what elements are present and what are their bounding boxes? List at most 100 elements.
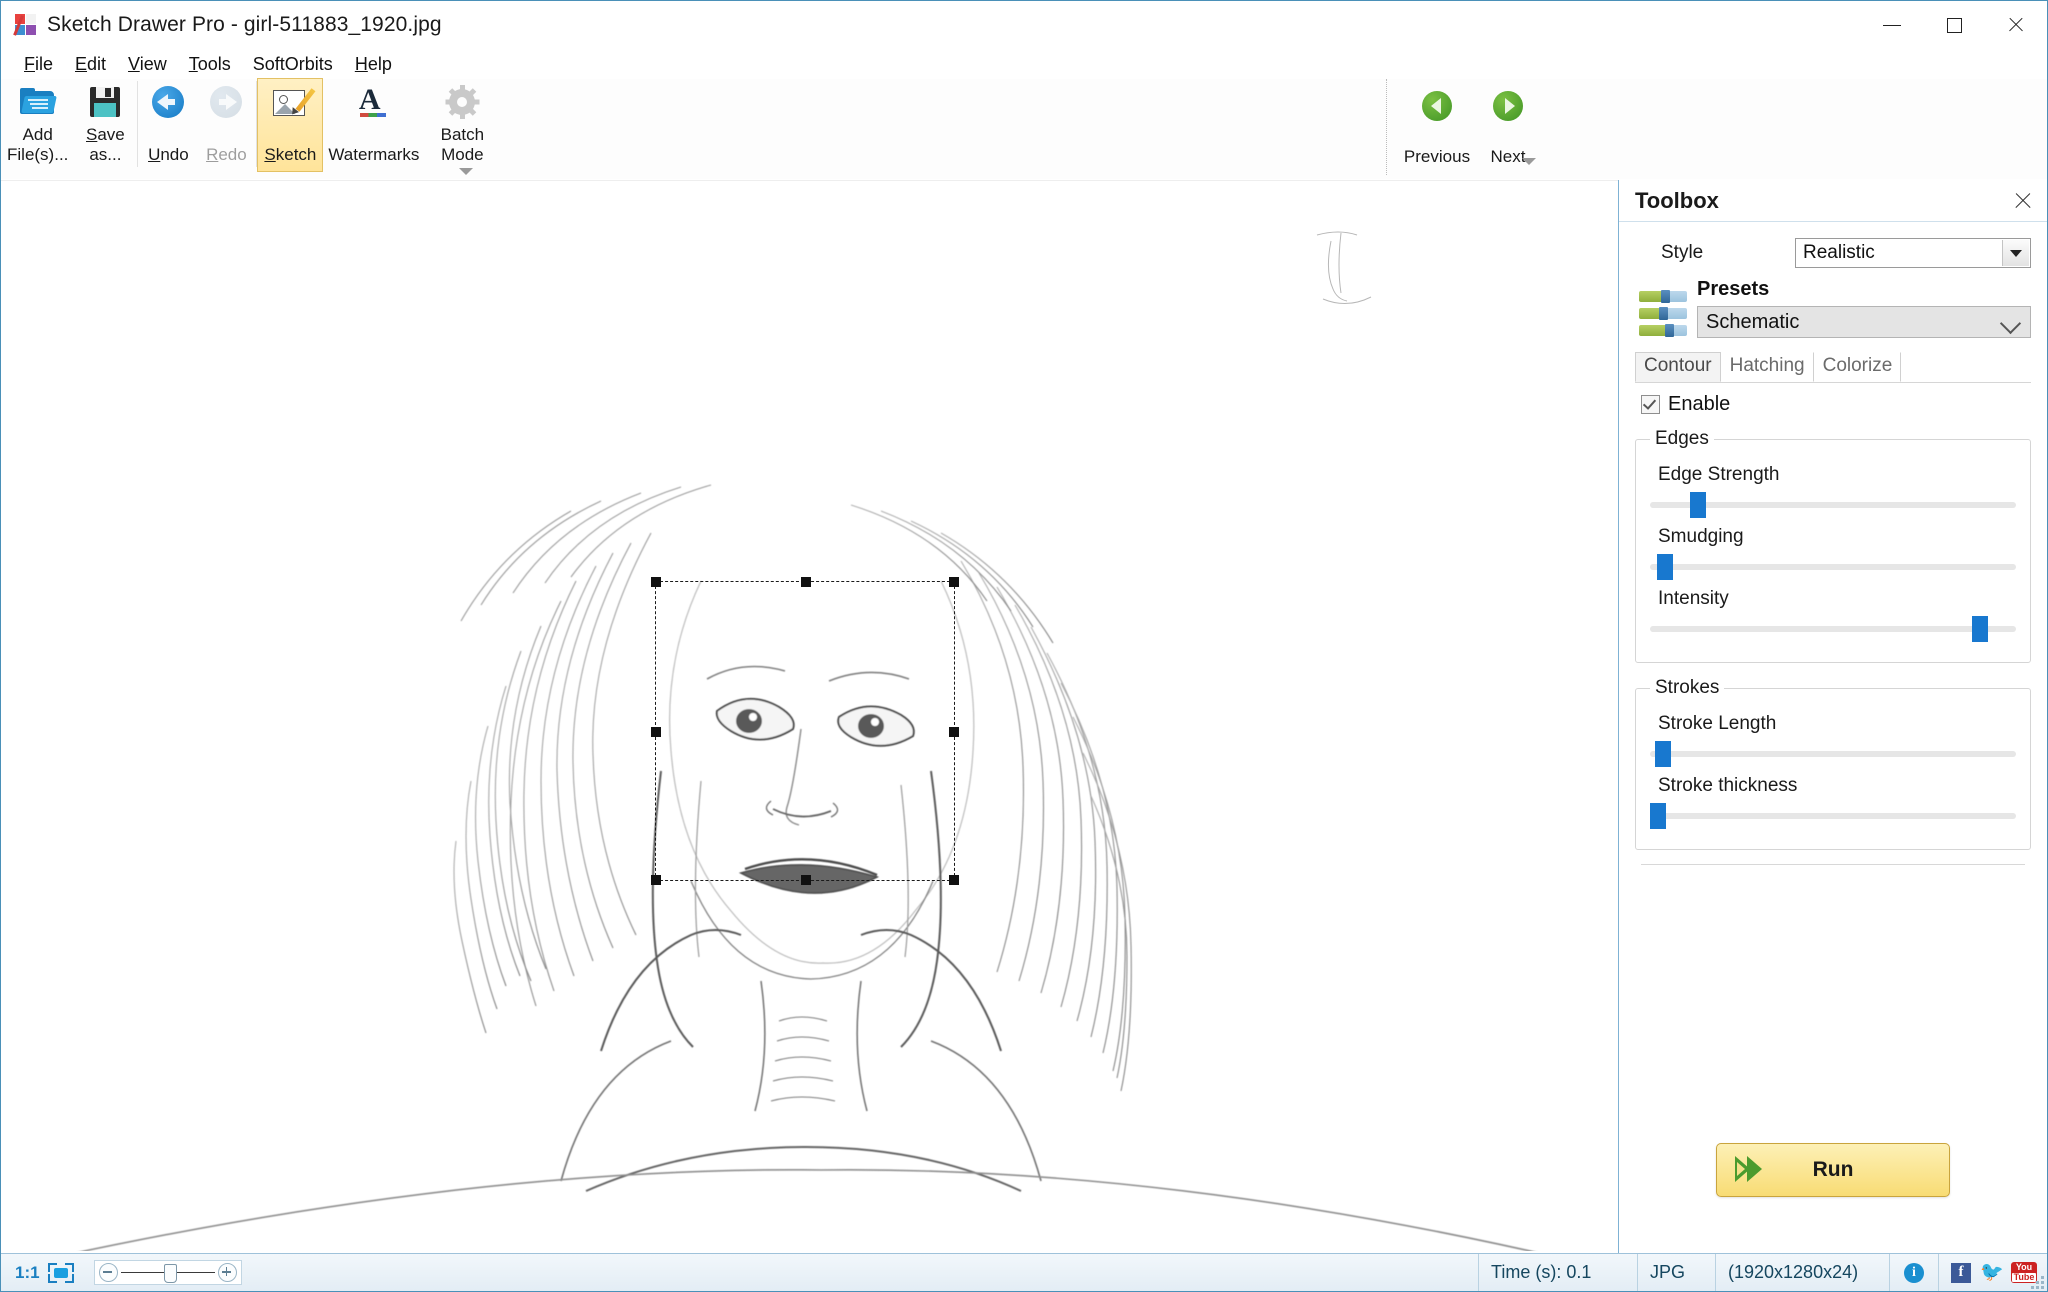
previous-green-circle-icon (1422, 87, 1452, 125)
chevron-down-icon[interactable] (2002, 240, 2029, 266)
slider-thumb[interactable] (1650, 803, 1666, 829)
enable-label: Enable (1668, 393, 1731, 415)
tab-hatching[interactable]: Hatching (1721, 352, 1814, 382)
zoom-in-icon[interactable] (217, 1263, 237, 1282)
toolbox-close-icon[interactable] (2013, 191, 2033, 211)
minimize-button[interactable] (1861, 1, 1923, 49)
menu-help[interactable]: Help (344, 52, 403, 77)
handle-bottom-right[interactable] (949, 875, 959, 885)
enable-row[interactable]: Enable (1641, 393, 2031, 416)
slider-thumb[interactable] (1690, 492, 1707, 518)
sketch-button[interactable]: Sketch (257, 78, 324, 172)
sketch-picture-pencil-icon (273, 83, 316, 121)
watermark-letter-a-icon: A (359, 83, 389, 121)
menu-tools[interactable]: Tools (178, 52, 242, 77)
menu-tools-rest: ools (197, 53, 231, 74)
run-area: Run (1619, 1143, 2047, 1253)
handle-bottom-left[interactable] (651, 875, 661, 885)
application-window: Sketch Drawer Pro - girl-511883_1920.jpg… (0, 0, 2048, 1292)
next-green-circle-icon (1493, 87, 1523, 125)
smudging-slider[interactable] (1650, 554, 2016, 580)
app-logo-icon (13, 14, 37, 36)
batch-mode-button[interactable]: Batch Mode (425, 79, 499, 171)
nav-overflow-chevron-icon[interactable] (1522, 158, 1536, 165)
run-button[interactable]: Run (1716, 1143, 1950, 1197)
presets-value: Schematic (1706, 310, 1800, 333)
tab-colorize[interactable]: Colorize (1814, 352, 1902, 382)
previous-label: Previous (1403, 147, 1471, 166)
zoom-out-icon[interactable] (98, 1263, 118, 1282)
slider-thumb[interactable] (1657, 554, 1674, 580)
menu-file[interactable]: File (13, 52, 64, 77)
maximize-button[interactable] (1923, 1, 1985, 49)
toolbox-content: Style Realistic Presets Schematic Contou… (1619, 222, 2047, 1143)
edges-group-legend: Edges (1655, 428, 1709, 449)
zoom-thumb[interactable] (163, 1263, 177, 1283)
slider-thumb[interactable] (1972, 616, 1989, 642)
resize-grip-icon[interactable] (2030, 1275, 2044, 1289)
navigation-group: Previous Next (1386, 79, 1539, 175)
dimensions-label: (1920x1280x24) (1716, 1254, 1890, 1291)
toolbar-ribbon: Add File(s)... Save as... Undo Redo Sket… (1, 78, 2047, 180)
zoom-track[interactable] (120, 1263, 215, 1283)
zoom-slider[interactable] (93, 1260, 242, 1285)
slider-thumb[interactable] (1655, 741, 1672, 767)
fit-to-screen-icon[interactable] (47, 1262, 74, 1283)
edge-strength-slider[interactable] (1650, 492, 2016, 518)
floppy-disk-icon (90, 83, 121, 121)
enable-checkbox[interactable] (1641, 395, 1660, 414)
add-files-line1: Add (22, 125, 53, 144)
format-label: JPG (1638, 1254, 1716, 1291)
stroke-length-slider[interactable] (1650, 741, 2016, 767)
slider-track (1650, 626, 2016, 632)
slider-track (1650, 813, 2016, 819)
watermarks-button[interactable]: A Watermarks (322, 79, 425, 171)
handle-top-right[interactable] (949, 577, 959, 587)
handle-top-center[interactable] (801, 577, 811, 587)
handle-top-left[interactable] (651, 577, 661, 587)
style-select[interactable]: Realistic (1795, 238, 2031, 268)
modules-group: Sketch A Watermarks Batch Mode (257, 78, 499, 179)
add-files-button[interactable]: Add File(s)... (1, 79, 74, 171)
save-as-rest: ave (97, 125, 125, 144)
image-canvas[interactable] (1, 180, 1618, 1253)
tab-contour[interactable]: Contour (1635, 352, 1721, 382)
handle-middle-right[interactable] (949, 727, 959, 737)
smudging-label: Smudging (1658, 526, 1744, 547)
menu-edit-rest: dit (87, 53, 107, 74)
ribbon-separator-2 (256, 81, 258, 167)
status-right-group: Time (s): 0.1 JPG (1920x1280x24) i f 🐦 Y… (1478, 1254, 2047, 1291)
redo-arrow-icon (210, 83, 243, 121)
menu-view[interactable]: View (117, 52, 178, 77)
undo-button[interactable]: Undo (139, 79, 197, 171)
title-bar: Sketch Drawer Pro - girl-511883_1920.jpg (1, 1, 2047, 49)
intensity-slider[interactable] (1650, 616, 2016, 642)
slider-track (1650, 564, 2016, 570)
ribbon-overflow-chevron-icon[interactable] (459, 168, 473, 175)
gear-icon (445, 83, 480, 121)
redo-button[interactable]: Redo (197, 79, 255, 171)
close-button[interactable] (1985, 1, 2047, 49)
ribbon-separator-1 (137, 81, 139, 167)
presets-select[interactable]: Schematic (1697, 306, 2031, 338)
info-button[interactable]: i (1890, 1254, 1939, 1291)
watermarks-label: Watermarks (328, 145, 420, 164)
menu-softorbits[interactable]: SoftOrbits (242, 52, 344, 77)
info-icon: i (1904, 1262, 1924, 1283)
save-as-line2: as... (89, 145, 122, 164)
twitter-icon[interactable]: 🐦 (1980, 1262, 2004, 1283)
zoom-ratio-label[interactable]: 1:1 (1, 1263, 48, 1283)
stroke-thickness-slider[interactable] (1650, 803, 2016, 829)
previous-button[interactable]: Previous (1397, 79, 1477, 171)
handle-middle-left[interactable] (651, 727, 661, 737)
green-double-arrow-icon (1735, 1156, 1769, 1182)
save-as-button[interactable]: Save as... (74, 79, 136, 171)
chevron-down-icon[interactable] (1999, 312, 2022, 335)
menu-edit[interactable]: Edit (64, 52, 117, 77)
facebook-icon[interactable]: f (1951, 1262, 1971, 1283)
strokes-group: Strokes Stroke Length Stroke thickness (1635, 677, 2031, 850)
edge-strength-label: Edge Strength (1658, 464, 1780, 485)
selection-rectangle[interactable] (651, 577, 959, 885)
toolbox-header: Toolbox (1619, 180, 2047, 222)
handle-bottom-center[interactable] (801, 875, 811, 885)
